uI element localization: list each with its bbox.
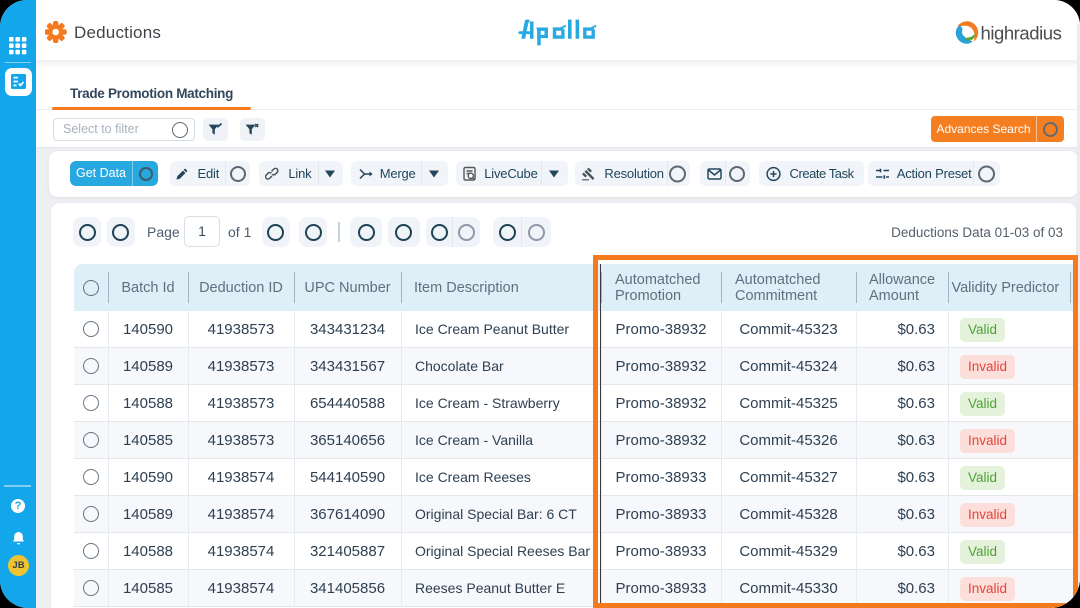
svg-text:highradius: highradius	[981, 23, 1062, 44]
